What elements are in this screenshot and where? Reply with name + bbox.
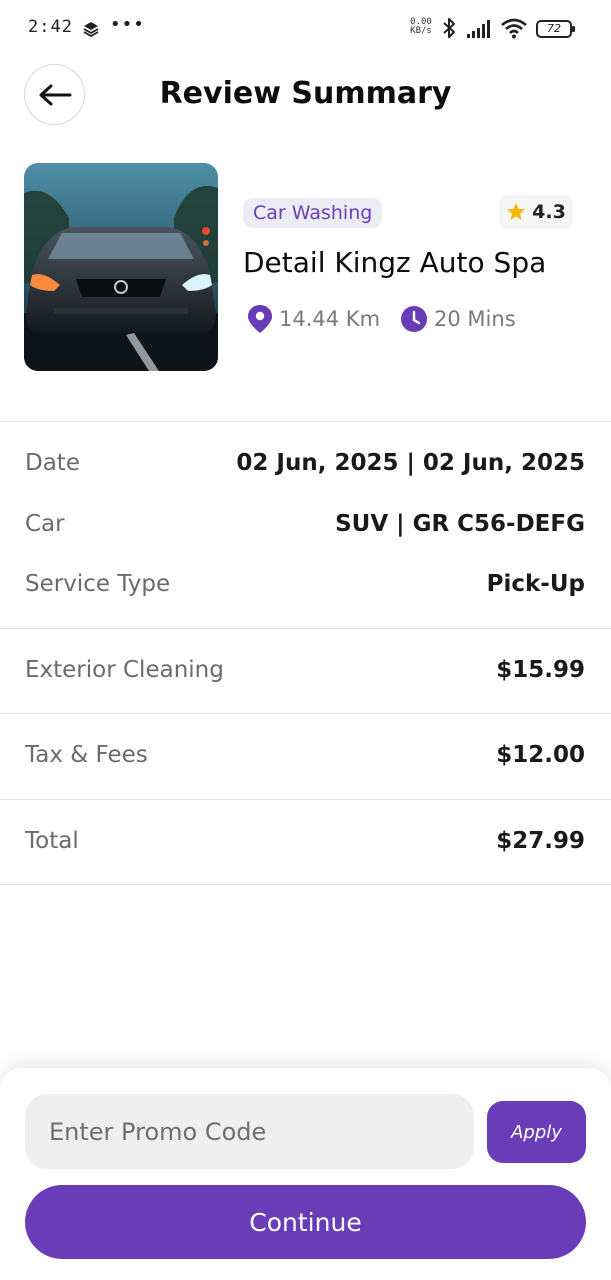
duration-text: 20 Mins [434,307,516,331]
date-label: Date [25,450,80,476]
shop-image [24,163,218,371]
tax-fees-value: $12.00 [496,742,585,768]
category-badge: Car Washing [243,198,383,228]
line-item-price: $15.99 [496,657,585,683]
duration-info: 20 Mins [400,305,516,333]
divider [0,713,611,714]
total-value: $27.99 [496,828,585,854]
status-bar: 2:42 ••• 0.00 KB/s 72 [0,0,611,58]
page-title: Review Summary [159,76,452,111]
tax-fees-label: Tax & Fees [25,742,148,768]
network-speed-unit: KB/s [410,26,432,36]
battery-level: 72 [547,22,561,35]
wifi-icon [501,18,527,39]
signal-icon [467,20,490,38]
network-speed: 0.00 KB/s [408,18,434,36]
service-type-label: Service Type [25,571,171,597]
date-value: 02 Jun, 2025 | 02 Jun, 2025 [236,450,585,476]
car-value: SUV | GR C56-DEFG [335,511,585,537]
more-notifications-icon: ••• [110,14,145,35]
total-label: Total [25,828,79,854]
bluetooth-icon [443,18,455,38]
service-type-value: Pick-Up [486,571,585,597]
rating-value: 4.3 [532,201,566,223]
location-pin-icon [248,305,272,333]
layers-icon [83,22,99,37]
car-label: Car [25,511,65,537]
divider [0,421,611,422]
distance-text: 14.44 Km [279,307,381,331]
divider [0,884,611,885]
promo-code-input[interactable] [25,1094,474,1169]
clock-icon [401,306,428,332]
shop-name: Detail Kingz Auto Spa [243,246,547,279]
apply-promo-button[interactable]: Apply [487,1101,586,1163]
divider [0,799,611,800]
shop-meta: 14.44 Km 20 Mins [247,304,516,334]
continue-button[interactable]: Continue [25,1185,586,1259]
divider [0,628,611,629]
line-item-label: Exterior Cleaning [25,657,224,683]
star-icon [507,203,526,220]
rating-badge: 4.3 [499,195,573,229]
status-time: 2:42 [28,17,73,37]
distance-info: 14.44 Km [247,304,380,334]
